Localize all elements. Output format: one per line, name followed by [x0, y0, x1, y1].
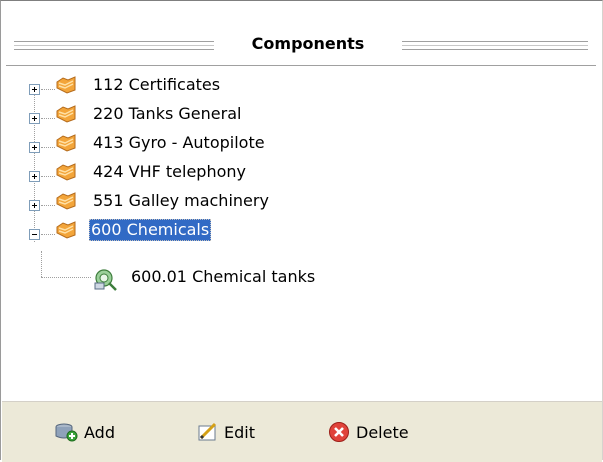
folder-icon: [56, 134, 76, 152]
folder-icon: [56, 105, 76, 123]
expand-icon[interactable]: [29, 113, 40, 124]
tree-item[interactable]: 220 Tanks General: [1, 100, 591, 126]
header-rule-right: [402, 41, 588, 50]
delete-button-label: Delete: [356, 422, 409, 442]
tree-connector-h: [41, 205, 55, 206]
collapse-icon[interactable]: [29, 229, 40, 240]
delete-icon: [329, 422, 349, 442]
tree-item[interactable]: 551 Galley machinery: [1, 187, 591, 213]
tree-item-label[interactable]: 220 Tanks General: [91, 103, 243, 125]
action-toolbar: Add Edit Delete: [2, 401, 602, 462]
component-icon: [94, 269, 117, 291]
header-divider: [6, 65, 596, 66]
folder-icon: [56, 163, 76, 181]
expand-icon[interactable]: [29, 142, 40, 153]
add-button[interactable]: Add: [54, 416, 115, 448]
panel-header: Components: [6, 29, 596, 65]
edit-button[interactable]: Edit: [196, 416, 255, 448]
tree-item[interactable]: 413 Gyro - Autopilote: [1, 129, 591, 155]
folder-icon: [56, 76, 76, 94]
tree-child-label[interactable]: 600.01 Chemical tanks: [129, 266, 317, 288]
tree-item[interactable]: 424 VHF telephony: [1, 158, 591, 184]
tree-item[interactable]: 112 Certificates: [1, 71, 591, 97]
expand-icon[interactable]: [29, 171, 40, 182]
expand-icon[interactable]: [29, 84, 40, 95]
components-panel: Components 112 Certificates 220 Tanks Ge…: [0, 0, 603, 462]
tree-item-selected[interactable]: 600 Chemicals: [1, 216, 591, 242]
tree-connector-h: [41, 176, 55, 177]
add-icon: [55, 423, 78, 442]
tree-connector-h: [41, 89, 55, 90]
tree-connector-h: [41, 234, 55, 235]
tree-connector-h: [41, 147, 55, 148]
panel-title: Components: [251, 34, 365, 53]
tree-connector-h: [41, 118, 55, 119]
header-rule-left: [14, 41, 214, 50]
tree-child-item[interactable]: 600.01 Chemical tanks: [1, 265, 591, 291]
edit-icon: [198, 422, 217, 441]
edit-button-label: Edit: [224, 422, 255, 442]
tree-item-label[interactable]: 413 Gyro - Autopilote: [91, 132, 267, 154]
tree-item-label[interactable]: 600 Chemicals: [89, 219, 212, 241]
tree-item-label[interactable]: 551 Galley machinery: [91, 190, 271, 212]
folder-icon: [56, 192, 76, 210]
expand-icon[interactable]: [29, 200, 40, 211]
folder-icon: [56, 221, 76, 239]
delete-button[interactable]: Delete: [328, 416, 409, 448]
add-button-label: Add: [84, 422, 115, 442]
tree-item-label[interactable]: 112 Certificates: [91, 74, 222, 96]
tree-item-label[interactable]: 424 VHF telephony: [91, 161, 248, 183]
